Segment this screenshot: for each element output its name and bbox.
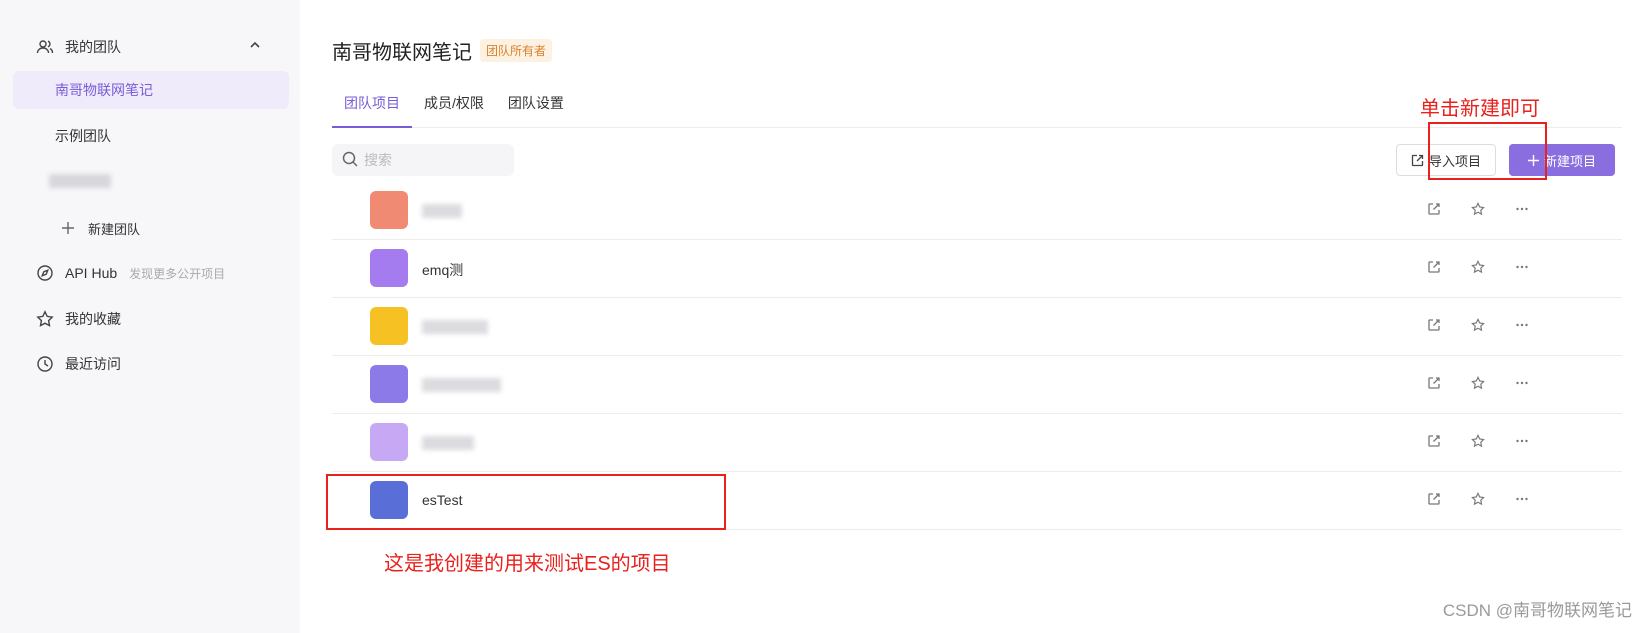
- my-team-label: 我的团队: [65, 39, 121, 55]
- star-icon: [35, 309, 55, 329]
- blurred-project-name: [422, 436, 474, 450]
- project-name: [422, 376, 501, 395]
- project-avatar: [370, 249, 408, 287]
- recent-link[interactable]: 最近访问: [35, 345, 275, 383]
- star-icon[interactable]: [1468, 489, 1488, 509]
- api-hub-link[interactable]: API Hub 发现更多公开项目: [35, 254, 275, 292]
- project-name: [422, 318, 488, 337]
- blurred-project-name: [422, 378, 501, 392]
- team-item-hidden[interactable]: [13, 162, 289, 200]
- open-external-icon[interactable]: [1424, 199, 1444, 219]
- annotation-click-new: 单击新建即可: [1420, 98, 1540, 120]
- blurred-project-name: [422, 320, 488, 334]
- watermark: CSDN @南哥物联网笔记: [1442, 601, 1632, 620]
- open-external-icon[interactable]: [1424, 257, 1444, 277]
- team-item-example[interactable]: 示例团队: [13, 117, 289, 155]
- team-icon: [35, 37, 55, 57]
- search-icon: [342, 151, 358, 170]
- star-icon[interactable]: [1468, 315, 1488, 335]
- api-hub-sub: 发现更多公开项目: [129, 266, 226, 281]
- project-name: emq测: [422, 262, 464, 278]
- recent-label: 最近访问: [65, 356, 121, 372]
- team-item-label: 示例团队: [55, 128, 111, 144]
- favorites-link[interactable]: 我的收藏: [35, 300, 275, 338]
- project-row[interactable]: [332, 414, 1622, 472]
- project-row[interactable]: emq测: [332, 240, 1622, 298]
- team-item-label: 南哥物联网笔记: [55, 82, 153, 98]
- project-avatar: [370, 191, 408, 229]
- tab-members[interactable]: 成员/权限: [412, 88, 496, 128]
- owner-badge: 团队所有者: [480, 39, 553, 62]
- new-project-label: 新建项目: [1543, 153, 1596, 169]
- open-external-icon[interactable]: [1424, 431, 1444, 451]
- import-icon: [1411, 154, 1424, 167]
- more-icon[interactable]: [1512, 257, 1532, 277]
- blurred-project-name: [422, 204, 462, 218]
- blurred-team-name: [49, 174, 111, 188]
- tab-team-settings[interactable]: 团队设置: [496, 88, 576, 128]
- team-item-nange[interactable]: 南哥物联网笔记: [13, 71, 289, 109]
- tab-team-projects[interactable]: 团队项目: [332, 88, 412, 128]
- team-title-text: 南哥物联网笔记: [332, 42, 472, 64]
- open-external-icon[interactable]: [1424, 489, 1444, 509]
- star-icon[interactable]: [1468, 199, 1488, 219]
- new-team-label: 新建团队: [88, 221, 141, 237]
- more-icon[interactable]: [1512, 315, 1532, 335]
- star-icon[interactable]: [1468, 373, 1488, 393]
- api-hub-label: API Hub: [65, 265, 118, 281]
- project-avatar: [370, 423, 408, 461]
- annotation-box-estest: [326, 474, 726, 530]
- search-input[interactable]: [364, 152, 504, 168]
- annotation-box-new: [1428, 122, 1547, 180]
- plus-icon: [58, 218, 78, 238]
- my-team-header[interactable]: 我的团队: [35, 28, 275, 66]
- star-icon[interactable]: [1468, 257, 1488, 277]
- more-icon[interactable]: [1512, 431, 1532, 451]
- project-avatar: [370, 365, 408, 403]
- search-box[interactable]: [332, 144, 514, 176]
- project-avatar: [370, 307, 408, 345]
- more-icon[interactable]: [1512, 199, 1532, 219]
- project-row[interactable]: [332, 182, 1622, 240]
- sidebar: 我的团队 南哥物联网笔记 示例团队 新建团队 API Hub 发现更多公开项目 …: [0, 0, 300, 633]
- open-external-icon[interactable]: [1424, 373, 1444, 393]
- more-icon[interactable]: [1512, 373, 1532, 393]
- page-title: 南哥物联网笔记 团队所有者: [332, 36, 553, 65]
- compass-icon: [35, 263, 55, 283]
- project-row[interactable]: [332, 298, 1622, 356]
- project-name: [422, 434, 474, 453]
- star-icon[interactable]: [1468, 431, 1488, 451]
- more-icon[interactable]: [1512, 489, 1532, 509]
- annotation-es-project: 这是我创建的用来测试ES的项目: [384, 553, 671, 575]
- project-name: [422, 202, 462, 221]
- chevron-up-icon[interactable]: [248, 38, 262, 55]
- new-team-button[interactable]: 新建团队: [58, 209, 258, 247]
- open-external-icon[interactable]: [1424, 315, 1444, 335]
- favorites-label: 我的收藏: [65, 311, 121, 327]
- clock-icon: [35, 354, 55, 374]
- project-row[interactable]: [332, 356, 1622, 414]
